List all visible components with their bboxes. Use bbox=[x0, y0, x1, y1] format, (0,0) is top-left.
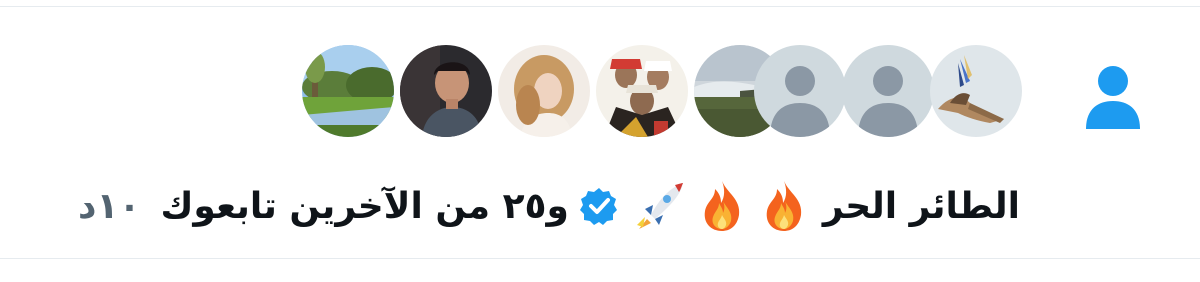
fire-emoji bbox=[766, 181, 802, 231]
avatar-default-2[interactable] bbox=[842, 45, 934, 137]
follow-notification[interactable]: ١٠د و٢٥ من الآخرين تابعوك الطائر الحر bbox=[0, 7, 1200, 258]
others-followed-text: و٢٥ من الآخرين تابعوك bbox=[160, 185, 569, 227]
avatar-kings-portrait[interactable] bbox=[596, 45, 688, 137]
rocket-emoji bbox=[636, 183, 683, 229]
avatar-man-car[interactable] bbox=[400, 45, 492, 137]
avatar-falcon[interactable] bbox=[930, 45, 1022, 137]
avatar-woman-blonde[interactable] bbox=[498, 45, 590, 137]
avatar-default-1[interactable] bbox=[754, 45, 846, 137]
notification-text-line: ١٠د و٢٥ من الآخرين تابعوك الطائر الحر bbox=[78, 173, 1020, 239]
fire-emoji bbox=[704, 181, 740, 231]
person-icon bbox=[1086, 66, 1140, 129]
verified-badge-icon bbox=[579, 188, 617, 225]
bottom-divider bbox=[0, 258, 1200, 259]
follower-avatars bbox=[302, 45, 1022, 141]
avatar-landscape-river[interactable] bbox=[302, 45, 394, 137]
follower-display-name[interactable]: الطائر الحر bbox=[823, 186, 1020, 227]
timestamp: ١٠د bbox=[78, 185, 141, 227]
